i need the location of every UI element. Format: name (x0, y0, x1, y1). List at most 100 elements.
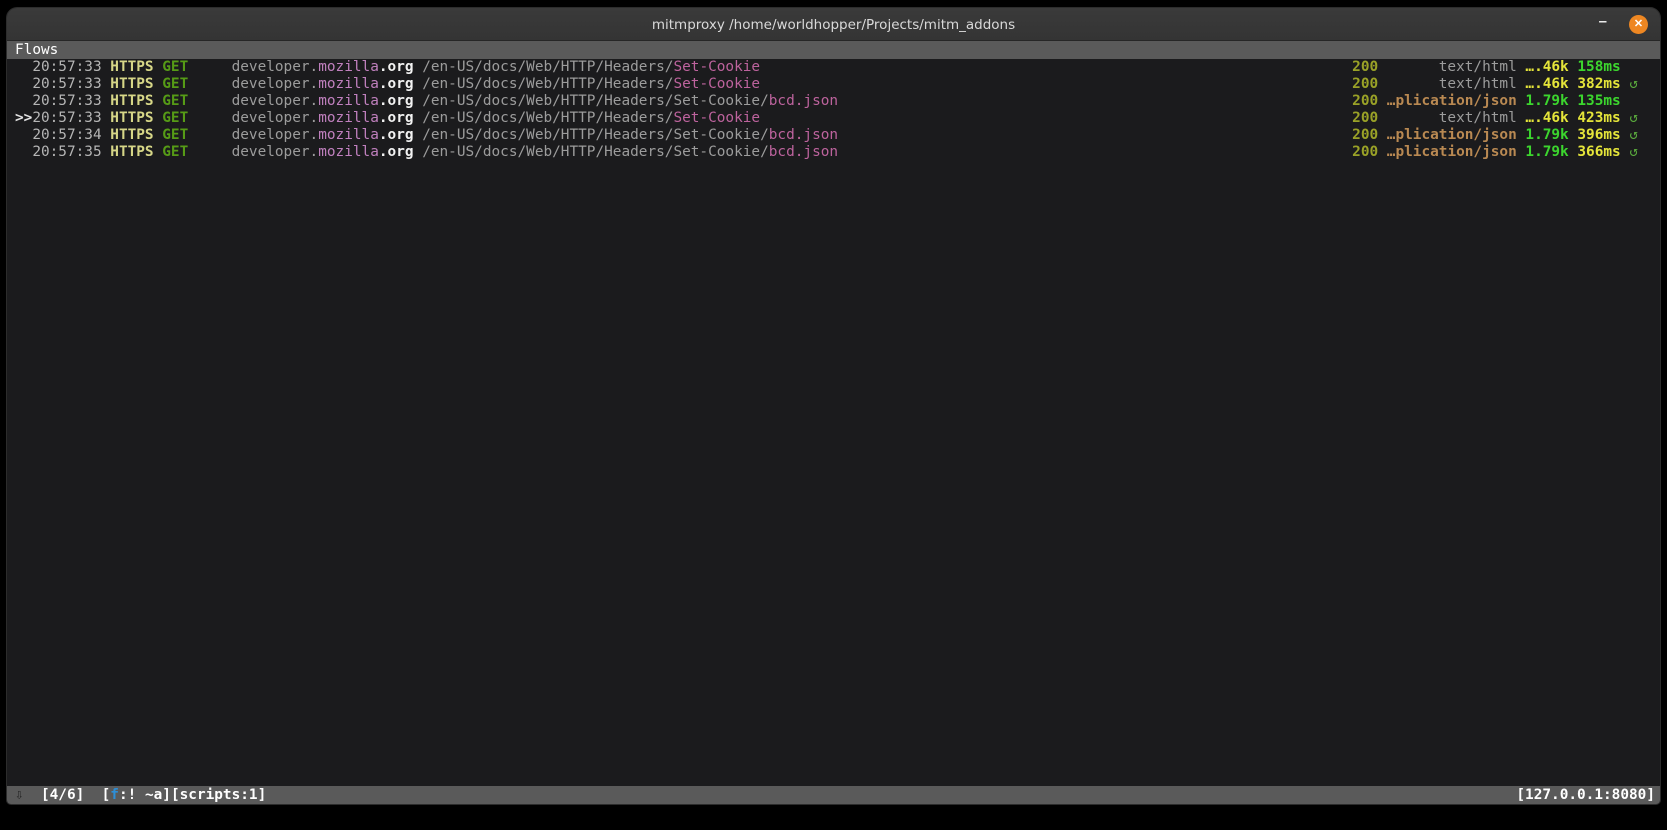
flow-status-code: 200 (1352, 110, 1379, 126)
flow-content-type: …plication/json (1386, 127, 1517, 143)
flow-host-tld: .org (378, 93, 414, 109)
flow-duration: 366ms (1577, 144, 1621, 160)
flow-size: 1.79k (1525, 127, 1569, 143)
flow-method: GET (162, 144, 189, 160)
flow-method: GET (162, 110, 189, 126)
flow-size: ….46k (1525, 76, 1569, 92)
flow-status-code: 200 (1352, 59, 1379, 75)
flow-host-tld: .org (378, 127, 414, 143)
flow-host-domain: mozilla (318, 59, 379, 75)
flow-timestamp: 20:57:33 (32, 76, 102, 92)
flow-timestamp: 20:57:33 (32, 59, 102, 75)
status-bar: ⇩ [4/6] [f:! ~a][scripts:1] [127.0.0.1:808… (7, 786, 1660, 804)
flow-row[interactable]: 20:57:33 HTTPS GET developer.mozilla.org/en… (7, 59, 1660, 76)
flow-host-prefix: developer. (231, 144, 319, 160)
proxy-mode-icon: ⇩ (15, 787, 24, 803)
flow-row[interactable]: 20:57:35 HTTPS GET developer.mozilla.org/en… (7, 144, 1660, 161)
flow-duration: 423ms (1577, 110, 1621, 126)
replay-icon: ↺ (1629, 110, 1639, 126)
flow-host-tld: .org (378, 110, 414, 126)
focus-marker: >> (15, 110, 33, 126)
flow-response-summary: 200 text/html ….46k 423ms ↺ (1352, 110, 1638, 127)
minimize-button[interactable]: – (1595, 14, 1611, 35)
flow-path: /en-US/docs/Web/HTTP/Headers/ (422, 110, 674, 126)
flow-host-domain: mozilla (318, 127, 379, 143)
flow-response-summary: 200 …plication/json 1.79k 366ms ↺ (1352, 144, 1638, 161)
flow-timestamp: 20:57:33 (32, 110, 102, 126)
flow-request-summary: 20:57:34 HTTPS GET developer.mozilla.org/en… (15, 127, 838, 144)
flow-method: GET (162, 93, 189, 109)
flow-method: GET (162, 59, 189, 75)
flow-duration: 135ms (1577, 93, 1621, 109)
flow-path-filename: Set-Cookie (673, 59, 761, 75)
flow-response-summary: 200 …plication/json 1.79k 135ms (1352, 93, 1638, 110)
flow-status-code: 200 (1352, 93, 1379, 109)
flow-response-summary: 200 text/html ….46k 158ms (1352, 59, 1638, 76)
flow-row[interactable]: 20:57:34 HTTPS GET developer.mozilla.org/en… (7, 127, 1660, 144)
flow-host-prefix: developer. (231, 76, 319, 92)
flow-timestamp: 20:57:35 (32, 144, 102, 160)
flow-content-type: text/html (1438, 59, 1517, 75)
flow-path-filename: bcd.json (768, 127, 839, 143)
flow-size: 1.79k (1525, 144, 1569, 160)
flow-host-prefix: developer. (231, 59, 319, 75)
flow-scheme: HTTPS (110, 110, 154, 126)
flow-request-summary: 20:57:33 HTTPS GET developer.mozilla.org/en… (15, 93, 838, 110)
flow-content-type: text/html (1438, 76, 1517, 92)
flow-path-filename: bcd.json (768, 144, 839, 160)
flow-path: /en-US/docs/Web/HTTP/Headers/Set-Cookie/ (422, 144, 769, 160)
flow-host-prefix: developer. (231, 127, 319, 143)
mitmproxy-terminal: Flows 20:57:33 HTTPS GET developer.mozilla.… (7, 41, 1660, 804)
flow-host-domain: mozilla (318, 93, 379, 109)
close-icon: ✕ (1633, 18, 1644, 30)
flow-host-domain: mozilla (318, 110, 379, 126)
flow-size: 1.79k (1525, 93, 1569, 109)
flow-path-filename: bcd.json (768, 93, 839, 109)
flow-method: GET (162, 127, 189, 143)
flow-path-filename: Set-Cookie (673, 76, 761, 92)
flow-request-summary: 20:57:33 HTTPS GET developer.mozilla.org/en… (15, 59, 760, 76)
flow-request-summary: 20:57:35 HTTPS GET developer.mozilla.org/en… (15, 144, 838, 161)
flow-path: /en-US/docs/Web/HTTP/Headers/Set-Cookie/ (422, 93, 769, 109)
flow-scheme: HTTPS (110, 59, 154, 75)
minimize-icon: – (1598, 13, 1607, 30)
flow-status-code: 200 (1352, 76, 1379, 92)
flow-size: ….46k (1525, 110, 1569, 126)
flow-row[interactable]: >>20:57:33 HTTPS GET developer.mozilla.org /… (7, 110, 1660, 127)
flow-content-type: text/html (1438, 110, 1517, 126)
flow-duration: 158ms (1577, 59, 1621, 75)
flow-row[interactable]: 20:57:33 HTTPS GET developer.mozilla.org/en… (7, 76, 1660, 93)
flow-host-tld: .org (378, 59, 414, 75)
flow-scheme: HTTPS (110, 93, 154, 109)
flow-size: ….46k (1525, 59, 1569, 75)
close-button[interactable]: ✕ (1629, 15, 1648, 34)
flow-count-indicator: [4/6] (40, 787, 85, 803)
terminal-empty-area (7, 161, 1660, 786)
flow-host-prefix: developer. (231, 93, 319, 109)
replay-icon: ↺ (1629, 127, 1639, 143)
flow-content-type: …plication/json (1386, 144, 1517, 160)
flow-scheme: HTTPS (110, 76, 154, 92)
flow-host-domain: mozilla (318, 144, 379, 160)
flow-status-code: 200 (1352, 127, 1379, 143)
replay-icon: ↺ (1629, 144, 1639, 160)
listen-address: [127.0.0.1:8080] (1516, 787, 1655, 803)
flow-host-prefix: developer. (231, 110, 319, 126)
flow-duration: 382ms (1577, 76, 1621, 92)
status-bar-left: ⇩ [4/6] [f:! ~a][scripts:1] (15, 786, 266, 804)
flow-status-code: 200 (1352, 144, 1379, 160)
filter-open-bracket: [ (101, 787, 111, 803)
flow-request-summary: 20:57:33 HTTPS GET developer.mozilla.org/en… (15, 76, 760, 93)
window-title: mitmproxy /home/worldhopper/Projects/mit… (651, 16, 1016, 33)
flow-request-summary: >>20:57:33 HTTPS GET developer.mozilla.org /… (15, 110, 760, 127)
flows-header-label: Flows (15, 42, 59, 58)
flow-method: GET (162, 76, 189, 92)
flow-timestamp: 20:57:33 (32, 93, 102, 109)
flow-scheme: HTTPS (110, 127, 154, 143)
window-titlebar[interactable]: mitmproxy /home/worldhopper/Projects/mit… (7, 8, 1660, 41)
flow-row[interactable]: 20:57:33 HTTPS GET developer.mozilla.org/en… (7, 93, 1660, 110)
replay-icon: ↺ (1629, 76, 1639, 92)
desktop-background: mitmproxy /home/worldhopper/Projects/mit… (0, 0, 1667, 830)
flow-duration: 396ms (1577, 127, 1621, 143)
flow-path: /en-US/docs/Web/HTTP/Headers/ (422, 59, 674, 75)
